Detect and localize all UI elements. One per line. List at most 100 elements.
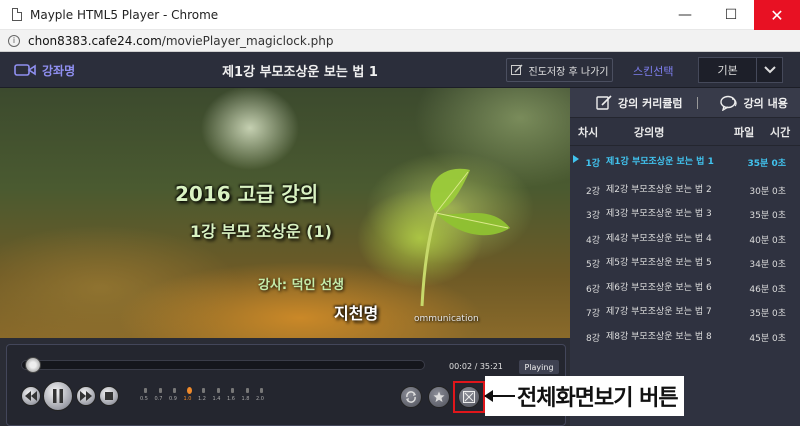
video-lecturer-line: 강사: 덕인 선생 — [258, 278, 345, 293]
video-watermark: ommunication — [414, 314, 479, 324]
fullscreen-icon — [463, 391, 475, 403]
list-item[interactable]: 6강 제6강 부모조상운 보는 법 6 46분 0초 — [570, 276, 800, 301]
browser-titlebar: Mayple HTML5 Player - Chrome — ☐ ✕ — [0, 0, 800, 30]
list-item[interactable]: 1강 제1강 부모조상운 보는 법 1 35분 0초 — [570, 146, 800, 178]
fullscreen-highlight-box — [453, 381, 485, 413]
col-num: 차시 — [578, 125, 599, 139]
lecture-title: 제1강 부모조상운 보는 법 1 — [222, 65, 378, 80]
save-and-exit-button[interactable]: 진도저장 후 나가기 — [506, 58, 613, 82]
list-item-name: 제6강 부모조상운 보는 법 6 — [606, 282, 712, 293]
list-item-num: 3강 — [585, 211, 600, 222]
list-item-time: 35분 0초 — [747, 158, 786, 169]
rewind-icon — [25, 391, 37, 401]
tab-curriculum-label: 강의 커리큘럼 — [618, 96, 683, 110]
info-icon[interactable]: i — [8, 34, 20, 47]
speed-marker[interactable] — [144, 388, 147, 393]
list-item-name: 제4강 부모조상운 보는 법 4 — [606, 233, 712, 244]
speed-marker[interactable] — [186, 387, 192, 394]
list-item-name: 제8강 부모조상운 보는 법 8 — [606, 331, 712, 342]
chat-bubble-icon — [719, 95, 737, 111]
list-item-num: 6강 — [585, 284, 600, 295]
list-item-time: 40분 0초 — [749, 235, 786, 246]
repeat-button[interactable] — [400, 386, 422, 408]
speed-marker[interactable] — [216, 388, 220, 393]
stop-button[interactable] — [99, 386, 119, 406]
minimize-button[interactable]: — — [662, 0, 708, 30]
url-text: chon8383.cafe24.com/moviePlayer_magicloc… — [28, 34, 333, 48]
play-indicator-icon — [573, 155, 579, 163]
fullscreen-button[interactable] — [458, 386, 480, 408]
fast-forward-icon — [80, 391, 92, 401]
speed-marker[interactable] — [158, 388, 162, 393]
sprout-image — [420, 168, 510, 307]
list-item-time: 34분 0초 — [749, 260, 786, 271]
panel-tabs: 강의 커리큘럼 강의 내용 — [570, 88, 800, 118]
list-item[interactable]: 2강 제2강 부모조상운 보는 법 2 30분 0초 — [570, 178, 800, 203]
url-host: chon8383.cafe24.com — [28, 33, 162, 48]
col-file: 파일 — [734, 125, 755, 139]
video-camera-icon — [14, 64, 36, 76]
list-item[interactable]: 4강 제4강 부모조상운 보는 법 4 40분 0초 — [570, 227, 800, 252]
list-item-time: 30분 0초 — [749, 186, 786, 197]
url-path: /moviePlayer_magiclock.php — [161, 33, 334, 48]
chevron-down-icon[interactable] — [756, 58, 782, 82]
stop-icon — [105, 392, 113, 400]
speed-label: 1.0 — [183, 396, 192, 402]
skin-label: 스킨선택 — [633, 65, 674, 78]
speed-marker[interactable] — [173, 388, 176, 393]
pause-button[interactable] — [43, 381, 73, 411]
playback-speed-selector[interactable]: 0.5 0.7 0.9 1.0 1.2 1.4 1.6 1.8 2.0 — [140, 387, 270, 406]
list-item-num: 2강 — [585, 186, 600, 197]
video-frame[interactable]: 2016 고급 강의 1강 부모 조상운 (1) 강사: 덕인 선생 지천명 o… — [0, 88, 570, 338]
speed-label: 0.5 — [140, 396, 148, 402]
speed-marker[interactable] — [245, 388, 249, 393]
list-item[interactable]: 3강 제3강 부모조상운 보는 법 3 35분 0초 — [570, 203, 800, 228]
tab-content-label: 강의 내용 — [743, 96, 788, 110]
video-title-line: 2016 고급 강의 — [175, 182, 319, 206]
annotation-text: 전체화면보기 버튼 — [517, 386, 679, 411]
save-and-exit-label: 진도저장 후 나가기 — [528, 66, 609, 78]
list-item-name: 제7강 부모조상운 보는 법 7 — [606, 307, 712, 318]
status-badge: Playing — [519, 360, 559, 374]
speed-label: 0.9 — [169, 396, 177, 402]
timecode: 00:02 / 35:21 — [449, 362, 503, 371]
address-bar[interactable]: i chon8383.cafe24.com/moviePlayer_magicl… — [0, 30, 800, 52]
seek-bar[interactable] — [21, 357, 425, 373]
list-item-time: 45분 0초 — [749, 333, 786, 344]
video-logo-text: 지천명 — [334, 304, 379, 323]
list-item-num: 5강 — [585, 260, 600, 271]
list-item-name: 제2강 부모조상운 보는 법 2 — [606, 184, 712, 195]
list-item-num: 4강 — [585, 235, 600, 246]
tab-content[interactable]: 강의 내용 — [719, 95, 788, 111]
list-item[interactable]: 5강 제5강 부모조상운 보는 법 5 34분 0초 — [570, 252, 800, 277]
list-item-num: 7강 — [585, 309, 600, 320]
rewind-button[interactable] — [21, 386, 41, 406]
edit-icon — [596, 94, 612, 110]
list-item-num: 8강 — [585, 333, 600, 344]
list-item[interactable]: 8강 제8강 부모조상운 보는 법 8 45분 0초 — [570, 325, 800, 350]
tab-curriculum[interactable]: 강의 커리큘럼 — [596, 94, 683, 111]
window-title: Mayple HTML5 Player - Chrome — [30, 7, 219, 22]
speed-label: 2.0 — [256, 396, 264, 402]
speed-label: 1.8 — [241, 396, 250, 402]
edit-icon — [510, 64, 523, 75]
speed-marker[interactable] — [231, 388, 234, 393]
list-item-name: 제1강 부모조상운 보는 법 1 — [606, 156, 714, 167]
fast-forward-button[interactable] — [76, 386, 96, 406]
list-item[interactable]: 7강 제7강 부모조상운 보는 법 7 35분 0초 — [570, 301, 800, 326]
maximize-button[interactable]: ☐ — [708, 0, 754, 30]
pause-icon — [53, 389, 63, 403]
speed-label: 1.2 — [198, 396, 206, 402]
list-item-name: 제5강 부모조상운 보는 법 5 — [606, 258, 712, 269]
arrow-left-icon — [484, 390, 515, 402]
skin-select[interactable]: 기본 — [698, 57, 783, 83]
list-item-time: 46분 0초 — [749, 284, 786, 295]
tab-divider — [696, 96, 698, 109]
close-button[interactable]: ✕ — [754, 0, 800, 30]
speed-marker[interactable] — [202, 388, 205, 393]
speed-marker[interactable] — [260, 388, 263, 393]
lecture-list: 1강 제1강 부모조상운 보는 법 1 35분 0초 2강 제2강 부모조상운 … — [570, 146, 800, 350]
col-name: 강의명 — [634, 125, 665, 139]
bookmark-button[interactable] — [428, 386, 450, 408]
speed-label: 0.7 — [154, 396, 163, 402]
